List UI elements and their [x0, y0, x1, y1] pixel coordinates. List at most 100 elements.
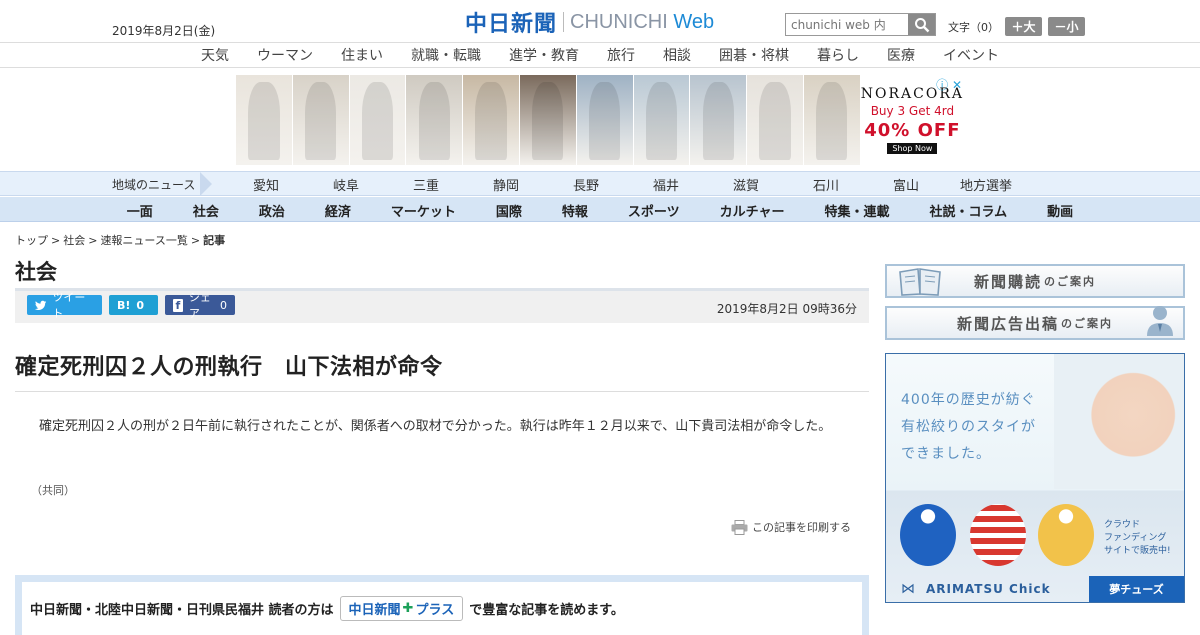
ad-product-photo	[747, 75, 804, 165]
breadcrumb-separator: >	[51, 234, 61, 247]
logo-divider	[563, 12, 565, 32]
advertise-info-button[interactable]: 新聞広告出稿 のご案内	[885, 306, 1185, 340]
regional-nav-item[interactable]: 長野	[546, 175, 626, 194]
facebook-share-button[interactable]: f シェア 0	[165, 291, 235, 320]
article-source: （共同）	[31, 484, 75, 497]
main-nav-item[interactable]: 一面	[107, 197, 173, 221]
model-silhouette	[816, 82, 848, 160]
category-nav-item[interactable]: 天気	[187, 43, 243, 67]
category-nav-item[interactable]: 就職・転職	[397, 43, 495, 67]
regional-nav-item[interactable]: 滋賀	[706, 175, 786, 194]
baby-photo	[1054, 354, 1184, 489]
crowdfunding-note: クラウド ファンディング サイトで販売中!	[1104, 520, 1171, 556]
category-nav-item[interactable]: 暮らし	[803, 43, 873, 67]
model-silhouette	[475, 82, 507, 160]
current-date: 2019年8月2日(金)	[112, 24, 216, 38]
main-nav-item[interactable]: 社会	[173, 197, 239, 221]
main-nav-item[interactable]: 社説・コラム	[910, 197, 1028, 221]
category-nav-item[interactable]: 進学・教育	[495, 43, 593, 67]
regional-nav-item[interactable]: 福井	[626, 175, 706, 194]
logo-japanese: 中日新聞	[465, 11, 558, 37]
font-size-up-button[interactable]: ＋大	[1005, 17, 1042, 36]
main-nav-item[interactable]: 特報	[542, 197, 608, 221]
model-silhouette	[361, 82, 394, 160]
print-article-link[interactable]: この記事を印刷する	[731, 519, 851, 535]
model-silhouette	[418, 82, 450, 160]
article-headline: 確定死刑囚２人の刑執行 山下法相が命令	[15, 355, 443, 380]
breadcrumb-separator: >	[88, 234, 98, 247]
model-silhouette	[589, 82, 621, 160]
plus-logo-main: 中日新聞	[348, 603, 401, 618]
model-silhouette	[759, 82, 791, 160]
regional-nav-item[interactable]: 富山	[866, 175, 946, 194]
ad-product-photo	[349, 75, 407, 165]
category-nav-item[interactable]: 旅行	[593, 43, 649, 67]
top-header: 2019年8月2日(金) 中日新聞 CHUNICHI Web 文字（0） ＋大 …	[0, 0, 1200, 43]
main-nav-item[interactable]: カルチャー	[700, 197, 805, 221]
bib-red-image	[970, 504, 1026, 566]
plus-promo-lead: 中日新聞・北陸中日新聞・日刊県民福井 読者の方は	[30, 603, 334, 618]
model-silhouette	[702, 82, 734, 160]
facebook-share-label: シェア	[188, 291, 211, 320]
main-nav-item[interactable]: 国際	[476, 197, 542, 221]
site-search	[785, 13, 936, 36]
breadcrumb-link[interactable]: 社会	[63, 234, 85, 247]
category-nav-item[interactable]: 囲碁・将棋	[705, 43, 803, 67]
subscribe-label: 新聞購読	[973, 272, 1042, 291]
regional-nav-item[interactable]: 石川	[786, 175, 866, 194]
regional-nav-item[interactable]: 静岡	[466, 175, 546, 194]
regional-news-nav: 地域のニュース 愛知 岐阜 三重 静岡 長野 福井 滋賀 石川 富山 地方選挙	[0, 171, 1200, 196]
site-logo[interactable]: 中日新聞 CHUNICHI Web	[465, 9, 715, 38]
category-nav-item[interactable]: 医療	[873, 43, 929, 67]
hatena-bookmark-button[interactable]: B! 0	[109, 295, 158, 315]
open-book-icon	[899, 268, 941, 296]
regional-nav-item[interactable]: 三重	[386, 175, 466, 194]
ad-shop-now-button[interactable]: Shop Now	[887, 143, 938, 154]
category-nav-item[interactable]: イベント	[929, 43, 1013, 67]
ad-close-icon[interactable]: ⓘ ✕	[936, 76, 962, 93]
breadcrumb-link[interactable]: トップ	[15, 234, 48, 247]
plus-promo-inner: 中日新聞・北陸中日新聞・日刊県民福井 読者の方は 中日新聞 ✚ プラス で豊富な…	[22, 582, 862, 635]
sidebar-ad-arimatsu[interactable]: 400年の歴史が紡ぐ 有松絞りのスタイが できました。 クラウド ファンディング…	[885, 353, 1185, 603]
main-nav-item[interactable]: 動画	[1027, 197, 1093, 221]
side-ad-copy: 400年の歴史が紡ぐ 有松絞りのスタイが できました。	[901, 392, 1036, 462]
main-nav-item[interactable]: マーケット	[371, 197, 476, 221]
section-title: 社会	[15, 260, 57, 284]
category-nav-item[interactable]: 住まい	[327, 43, 397, 67]
search-input[interactable]	[786, 14, 908, 35]
regional-nav-item[interactable]: 愛知	[226, 175, 306, 194]
yume-choose-logo: 夢チューズ	[1089, 576, 1184, 602]
arimatsu-brand: ARIMATSU Chick	[926, 582, 1051, 596]
chunichi-plus-logo[interactable]: 中日新聞 ✚ プラス	[339, 596, 464, 621]
breadcrumb-separator: >	[190, 234, 201, 247]
ad-banner[interactable]: NORACORA Buy 3 Get 4rd 40% OFF Shop Now ⓘ ✕	[236, 75, 964, 165]
category-nav-item[interactable]: 相談	[649, 43, 705, 67]
ad-discount: 40% OFF	[864, 120, 961, 141]
tweet-button[interactable]: ツイート	[27, 291, 102, 320]
article-timestamp: 2019年8月2日 09時36分	[716, 302, 857, 316]
regional-nav-item[interactable]: 岐阜	[306, 175, 386, 194]
ad-product-photo	[519, 75, 577, 165]
main-nav-item[interactable]: 政治	[239, 197, 305, 221]
hatena-count: 0	[136, 298, 145, 312]
main-nav-item[interactable]: スポーツ	[608, 197, 700, 221]
ad-product-photo	[406, 75, 464, 165]
subscribe-info-button[interactable]: 新聞購読 のご案内	[885, 264, 1185, 298]
breadcrumb-link[interactable]: 速報ニュース一覧	[100, 234, 187, 247]
facebook-icon: f	[173, 298, 183, 312]
search-button[interactable]	[908, 14, 935, 35]
headline-divider	[15, 391, 869, 392]
plus-logo-plus: プラス	[415, 603, 455, 618]
main-nav-item[interactable]: 特集・連載	[805, 197, 910, 221]
print-label: この記事を印刷する	[752, 521, 851, 534]
main-nav-item[interactable]: 経済	[305, 197, 371, 221]
plus-promo-tail: で豊富な記事を読めます。	[469, 603, 624, 618]
font-size-down-button[interactable]: －小	[1048, 17, 1085, 36]
model-silhouette	[248, 82, 280, 160]
logo-english: CHUNICHI Web	[570, 10, 715, 33]
hatena-icon: B!	[117, 298, 131, 312]
ad-product-photo	[292, 75, 350, 165]
ad-product-photo	[576, 75, 634, 165]
regional-nav-item[interactable]: 地方選挙	[946, 175, 1026, 194]
category-nav-item[interactable]: ウーマン	[243, 43, 327, 67]
